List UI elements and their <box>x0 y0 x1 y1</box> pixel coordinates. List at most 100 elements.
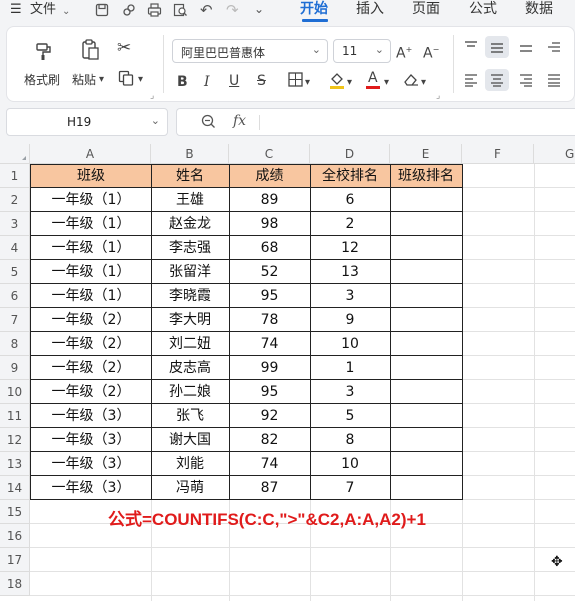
copy-dropdown-icon[interactable]: ▾ <box>138 71 143 89</box>
fill-color-icon[interactable] <box>329 71 345 93</box>
name-box[interactable]: H19 ⌄ <box>6 108 168 136</box>
row-header-6[interactable]: 6 <box>0 284 30 308</box>
table-cell-score[interactable]: 74 <box>229 332 310 356</box>
increase-font-size-icon[interactable]: A+ <box>396 41 412 63</box>
cut-icon[interactable]: ✂ <box>117 39 131 57</box>
table-cell-school-rank[interactable]: 2 <box>310 212 390 236</box>
strikethrough-icon[interactable]: S <box>257 72 266 90</box>
quick-access-dropdown-icon[interactable]: ⌄ <box>254 1 264 17</box>
table-cell-score[interactable]: 52 <box>229 260 310 284</box>
row-header-2[interactable]: 2 <box>0 188 30 212</box>
table-cell-score[interactable]: 92 <box>229 404 310 428</box>
table-cell-class[interactable]: 一年级（1） <box>31 212 151 236</box>
table-cell-class-rank[interactable] <box>390 452 462 476</box>
table-cell-class-rank[interactable] <box>390 188 462 212</box>
share-link-icon[interactable] <box>122 3 136 21</box>
italic-icon[interactable]: I <box>204 73 210 91</box>
header-cell-class[interactable]: 班级 <box>31 164 151 188</box>
column-header-c[interactable]: C <box>229 144 310 164</box>
format-painter-icon[interactable] <box>33 41 53 65</box>
paste-dropdown-icon[interactable]: ▾ <box>99 71 104 89</box>
undo-icon[interactable]: ↶ <box>200 2 213 18</box>
table-cell-school-rank[interactable]: 10 <box>310 452 390 476</box>
table-cell-class[interactable]: 一年级（3） <box>31 452 151 476</box>
table-cell-class[interactable]: 一年级（2） <box>31 308 151 332</box>
table-cell-school-rank[interactable]: 6 <box>310 188 390 212</box>
table-cell-name[interactable]: 李晓霞 <box>151 284 229 308</box>
row-header-16[interactable]: 16 <box>0 524 30 548</box>
table-cell-class[interactable]: 一年级（3） <box>31 404 151 428</box>
table-cell-name[interactable]: 王雄 <box>151 188 229 212</box>
copy-icon[interactable] <box>118 70 134 90</box>
table-cell-school-rank[interactable]: 8 <box>310 428 390 452</box>
table-cell-school-rank[interactable]: 9 <box>310 308 390 332</box>
fill-color-dropdown-icon[interactable]: ▾ <box>347 74 352 92</box>
table-cell-class[interactable]: 一年级（2） <box>31 356 151 380</box>
row-header-18[interactable]: 18 <box>0 572 30 596</box>
clear-format-dropdown-icon[interactable]: ▾ <box>421 74 426 92</box>
table-cell-school-rank[interactable]: 5 <box>310 404 390 428</box>
row-header-5[interactable]: 5 <box>0 260 30 284</box>
align-center-icon[interactable] <box>485 69 509 91</box>
column-header-d[interactable]: D <box>310 144 390 164</box>
tab-formula[interactable]: 公式 <box>469 1 497 17</box>
header-cell-class-rank[interactable]: 班级排名 <box>390 164 462 188</box>
align-right-icon[interactable] <box>519 73 533 91</box>
table-cell-name[interactable]: 皮志高 <box>151 356 229 380</box>
underline-icon[interactable]: U <box>229 72 239 90</box>
align-left-icon[interactable] <box>464 73 478 91</box>
column-header-a[interactable]: A <box>30 144 151 164</box>
table-cell-score[interactable]: 74 <box>229 452 310 476</box>
table-cell-school-rank[interactable]: 13 <box>310 260 390 284</box>
table-cell-name[interactable]: 李志强 <box>151 236 229 260</box>
table-cell-name[interactable]: 赵金龙 <box>151 212 229 236</box>
table-cell-score[interactable]: 82 <box>229 428 310 452</box>
file-menu[interactable]: 文件 <box>30 2 56 18</box>
tab-home[interactable]: 开始 <box>300 0 328 18</box>
table-cell-school-rank[interactable]: 7 <box>310 476 390 500</box>
tab-data[interactable]: 数据 <box>525 1 553 17</box>
file-dropdown-icon[interactable]: ⌄ <box>62 4 70 20</box>
formula-input[interactable]: fx <box>176 108 575 136</box>
table-cell-class[interactable]: 一年级（3） <box>31 476 151 500</box>
table-cell-class-rank[interactable] <box>390 476 462 500</box>
tab-page[interactable]: 页面 <box>412 1 440 17</box>
table-cell-class-rank[interactable] <box>390 356 462 380</box>
row-header-8[interactable]: 8 <box>0 332 30 356</box>
row-header-4[interactable]: 4 <box>0 236 30 260</box>
row-header-15[interactable]: 15 <box>0 500 30 524</box>
table-cell-class[interactable]: 一年级（2） <box>31 380 151 404</box>
decrease-indent-icon[interactable] <box>547 40 561 58</box>
table-cell-name[interactable]: 刘能 <box>151 452 229 476</box>
table-cell-name[interactable]: 冯萌 <box>151 476 229 500</box>
table-cell-score[interactable]: 98 <box>229 212 310 236</box>
table-cell-class[interactable]: 一年级（1） <box>31 188 151 212</box>
table-cell-score[interactable]: 68 <box>229 236 310 260</box>
table-cell-score[interactable]: 89 <box>229 188 310 212</box>
table-cell-class-rank[interactable] <box>390 212 462 236</box>
table-cell-name[interactable]: 张留洋 <box>151 260 229 284</box>
column-header-g[interactable]: G <box>534 144 575 164</box>
font-name-select[interactable]: 阿里巴巴普惠体 ⌄ <box>172 39 328 63</box>
select-all-corner[interactable] <box>0 144 30 164</box>
worksheet-grid[interactable]: A B C D E F G 1 2 3 4 5 6 7 8 9 10 11 12… <box>0 144 575 601</box>
table-cell-name[interactable]: 张飞 <box>151 404 229 428</box>
align-bottom-icon[interactable] <box>519 40 533 58</box>
borders-icon[interactable] <box>288 72 303 91</box>
table-cell-class[interactable]: 一年级（2） <box>31 332 151 356</box>
font-size-select[interactable]: 11 ⌄ <box>333 39 391 63</box>
column-header-e[interactable]: E <box>390 144 462 164</box>
column-header-b[interactable]: B <box>151 144 229 164</box>
table-cell-score[interactable]: 78 <box>229 308 310 332</box>
table-cell-score[interactable]: 95 <box>229 380 310 404</box>
row-header-12[interactable]: 12 <box>0 428 30 452</box>
row-header-14[interactable]: 14 <box>0 476 30 500</box>
table-cell-name[interactable]: 谢大国 <box>151 428 229 452</box>
table-cell-class[interactable]: 一年级（3） <box>31 428 151 452</box>
header-cell-name[interactable]: 姓名 <box>151 164 229 188</box>
table-cell-school-rank[interactable]: 3 <box>310 284 390 308</box>
row-header-10[interactable]: 10 <box>0 380 30 404</box>
row-header-11[interactable]: 11 <box>0 404 30 428</box>
format-painter-label[interactable]: 格式刷 <box>24 71 60 88</box>
table-cell-score[interactable]: 95 <box>229 284 310 308</box>
